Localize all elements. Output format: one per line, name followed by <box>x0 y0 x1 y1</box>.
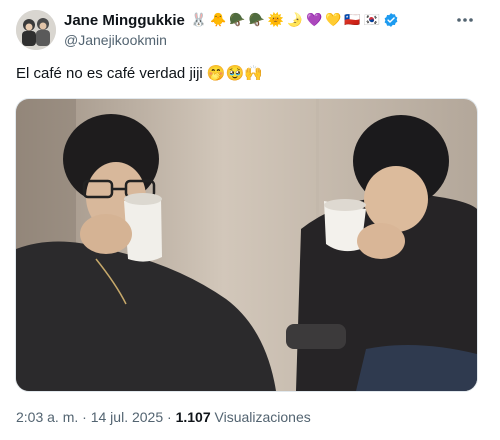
author-display-name[interactable]: Jane Minggukkie <box>64 12 185 29</box>
author-name-row[interactable]: Jane Minggukkie 🐰 🐥 🪖 🪖 🌞 🌛 💜 💛 🇨🇱 🇰🇷 <box>64 10 399 30</box>
name-emoji: 🐥 <box>210 12 227 28</box>
views-label: Visualizaciones <box>214 409 311 425</box>
name-emoji: 💛 <box>325 12 342 28</box>
avatar[interactable] <box>16 10 56 50</box>
meta-separator: · <box>167 409 172 425</box>
name-emoji: 🌞 <box>267 12 284 28</box>
name-emoji: 🇰🇷 <box>363 12 380 28</box>
author-handle[interactable]: @Janejikookmin <box>64 32 167 48</box>
name-emoji: 🐰 <box>190 12 208 28</box>
tweet-card: Jane Minggukkie 🐰 🐥 🪖 🪖 🌞 🌛 💜 💛 🇨🇱 🇰🇷 @J… <box>0 0 500 440</box>
tweet-text: El café no es café verdad jiji 🤭🥹🙌 <box>16 65 263 82</box>
tweet-meta: 2:03 a. m. · 14 jul. 2025 · 1.107 Visual… <box>16 409 311 425</box>
name-emoji: 🌛 <box>286 12 303 28</box>
tweet-photo[interactable] <box>15 98 478 392</box>
tweet-time[interactable]: 2:03 a. m. <box>16 409 78 425</box>
tweet-date[interactable]: 14 jul. 2025 <box>91 409 163 425</box>
name-emoji: 🪖 <box>248 12 265 28</box>
views-count: 1.107 <box>175 409 211 425</box>
name-emoji: 🪖 <box>229 12 246 28</box>
meta-separator: · <box>82 409 87 425</box>
verified-badge-icon <box>383 12 399 28</box>
name-emoji: 🇨🇱 <box>344 12 361 28</box>
more-options-button[interactable] <box>453 10 477 30</box>
more-horizontal-icon <box>457 18 473 22</box>
name-emoji: 💜 <box>306 12 323 28</box>
